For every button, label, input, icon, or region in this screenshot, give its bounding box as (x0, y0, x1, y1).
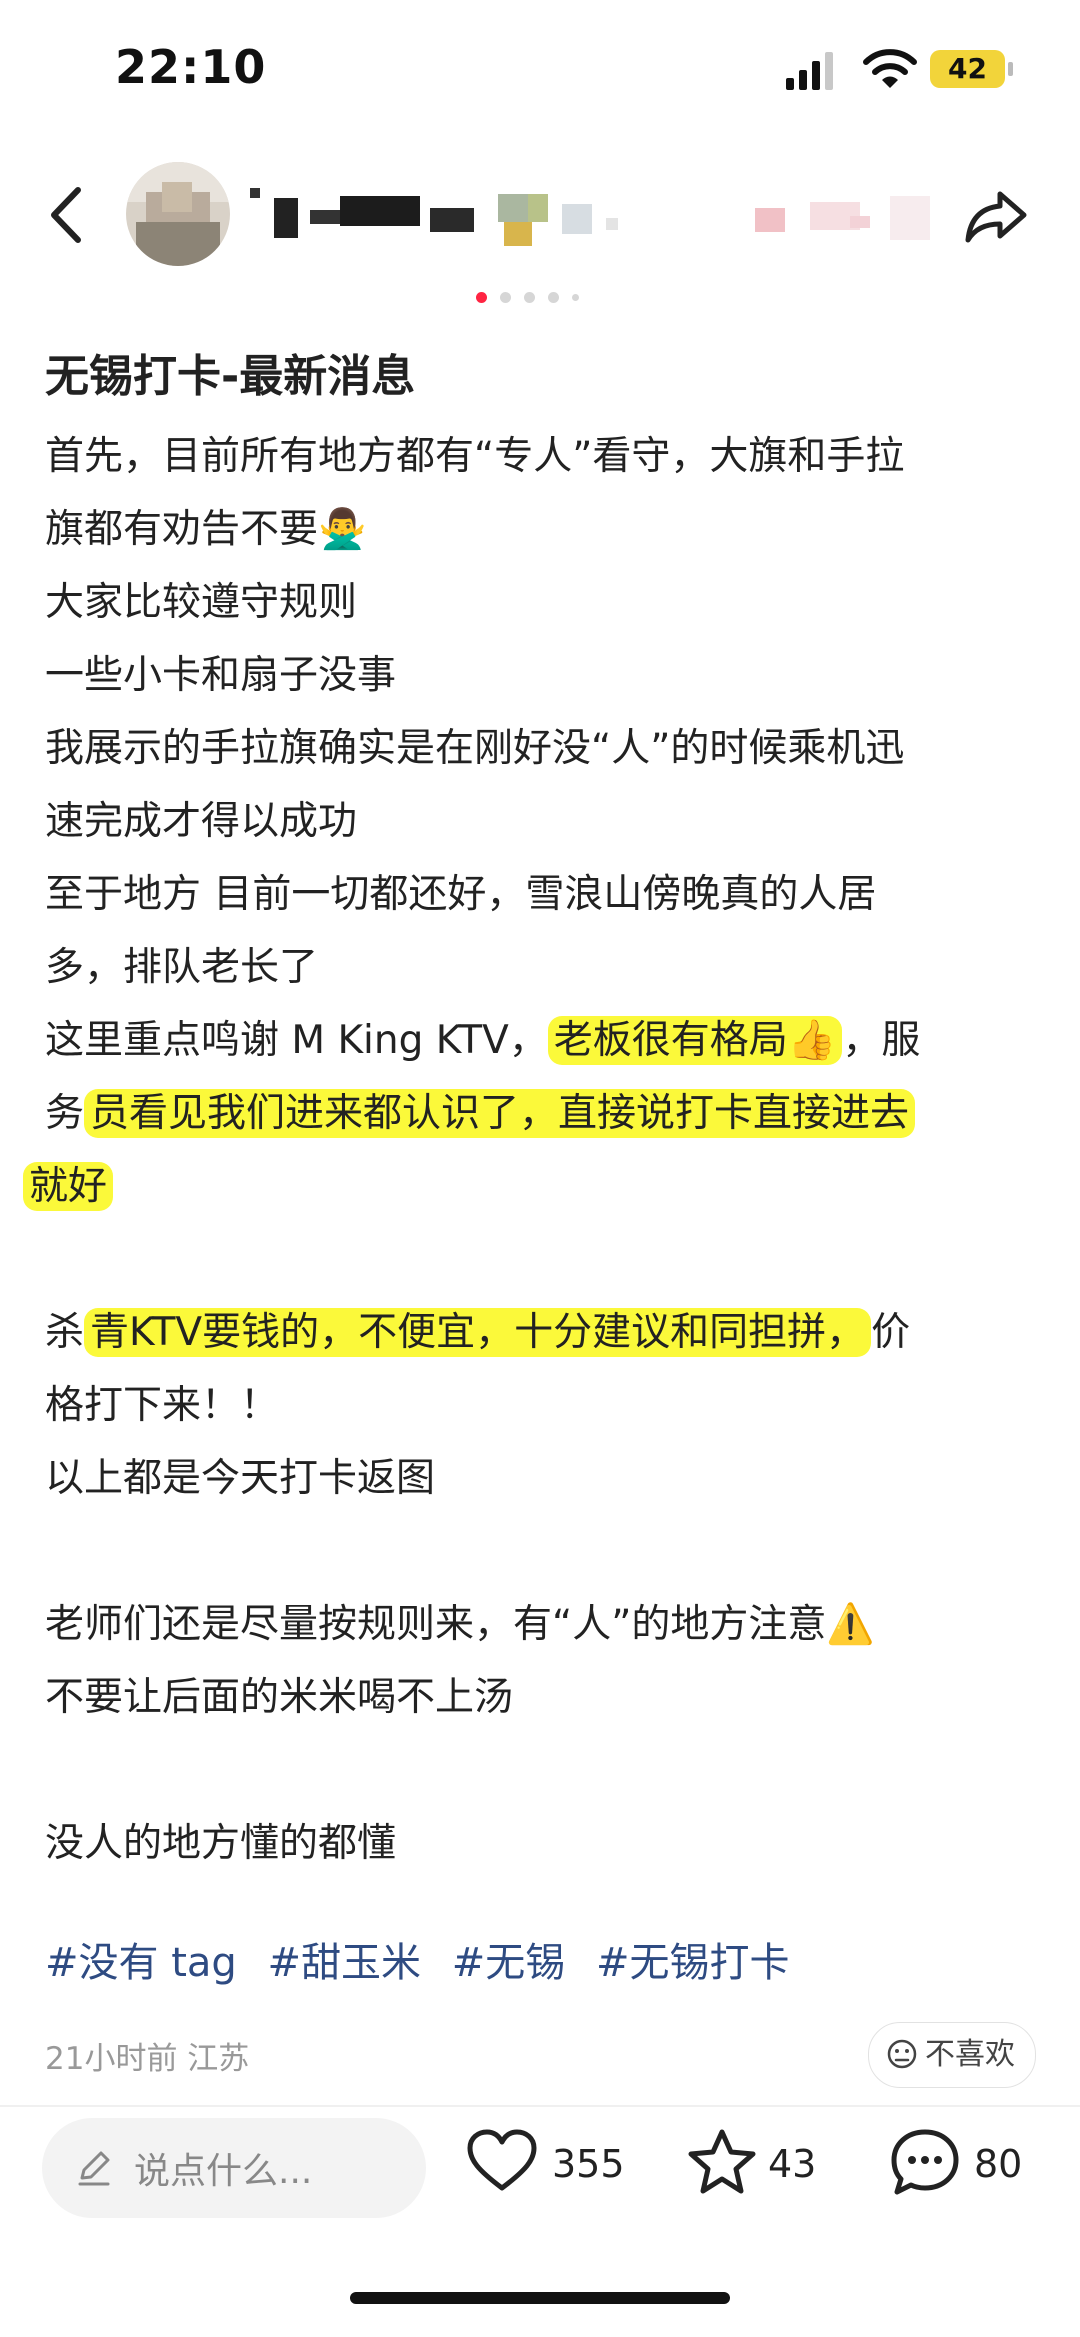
status-time: 22:10 (115, 40, 267, 94)
body-line: 没人的地方懂的都懂 (45, 1821, 397, 1866)
body-line: 我展示的手拉旗确实是在刚好没“人”的时候乘机迅 (45, 726, 905, 771)
body-line: 旗都有劝告不要🙅‍♂️ (45, 507, 367, 552)
body-text: 务 (45, 1091, 85, 1136)
body-line: 至于地方 目前一切都还好，雪浪山傍晚真的人居 (45, 872, 877, 917)
highlighted-text: 老板很有格局👍 (547, 1016, 843, 1065)
body-line: 速完成才得以成功 (45, 799, 358, 844)
body-line: 大家比较遵守规则 (45, 580, 358, 625)
body-line: 老师们还是尽量按规则来，有“人”的地方注意⚠️ (45, 1602, 875, 1647)
back-arrow-icon[interactable] (40, 180, 100, 250)
carousel-dot (524, 292, 535, 303)
body-line: 这里重点鸣谢 M King KTV， 老板很有格局👍 ，服 (45, 1004, 1040, 1077)
body-line: 杀青KTV要钱的，不便宜，十分建议和同担拼，价 (45, 1296, 1040, 1369)
wifi-icon (863, 49, 917, 88)
author-avatar[interactable] (126, 162, 230, 266)
carousel-dot (548, 292, 559, 303)
comment-placeholder: 说点什么... (134, 2151, 313, 2192)
post-meta: 21小时前 江苏 (45, 2041, 250, 2077)
highlighted-text: 员看见我们进来都认识了，直接说打卡直接进去 (84, 1089, 916, 1138)
body-line: 务员看见我们进来都认识了，直接说打卡直接进去 (45, 1077, 1040, 1150)
hashtag[interactable]: #无锡打卡 (596, 1940, 790, 1986)
body-line: 格打下来！！ (45, 1383, 280, 1428)
highlighted-text: 就好 (23, 1162, 114, 1211)
signal-icon (786, 52, 833, 90)
body-line: 首先，目前所有地方都有“专人”看守，大旗和手拉 (45, 434, 905, 479)
hashtag[interactable]: #没有 tag (45, 1940, 237, 1986)
like-count: 355 (552, 2142, 625, 2186)
post-header (0, 150, 1080, 280)
comment-input[interactable]: 说点什么... (42, 2118, 426, 2218)
highlighted-text: 青KTV要钱的，不便宜，十分建议和同担拼， (84, 1308, 872, 1357)
pencil-icon (78, 2151, 110, 2186)
body-text: ，服 (842, 1018, 921, 1063)
battery-icon: 42 (930, 50, 1013, 88)
comment-button[interactable]: 80 (888, 2126, 1038, 2206)
status-bar: 22:10 42 (0, 0, 1080, 150)
dislike-button[interactable]: 不喜欢 (868, 2022, 1036, 2088)
body-line: 一些小卡和扇子没事 (45, 653, 397, 698)
carousel-dot (500, 292, 511, 303)
author-name-redacted (250, 188, 930, 246)
body-text: 这里重点鸣谢 M King KTV， (45, 1018, 548, 1063)
body-text: 杀 (45, 1310, 85, 1355)
heart-icon (467, 2129, 537, 2191)
post-title: 无锡打卡-最新消息 (45, 351, 416, 402)
comment-count: 80 (974, 2142, 1023, 2186)
body-line: 以上都是今天打卡返图 (45, 1456, 436, 1501)
body-line: 不要让后面的米米喝不上汤 (45, 1675, 514, 1720)
star-icon (688, 2129, 756, 2194)
body-text: 价 (871, 1310, 911, 1355)
dislike-label: 不喜欢 (925, 2037, 1015, 2072)
share-icon[interactable] (962, 180, 1032, 250)
post-body: 首先，目前所有地方都有“专人”看守，大旗和手拉 旗都有劝告不要🙅‍♂️ 大家比较… (23, 420, 1040, 1880)
collect-button[interactable]: 43 (686, 2126, 826, 2206)
like-button[interactable]: 355 (466, 2126, 626, 2206)
divider (0, 2105, 1080, 2107)
unhappy-face-icon (887, 2039, 917, 2069)
home-indicator (350, 2292, 730, 2304)
battery-level: 42 (948, 52, 987, 85)
hashtag-list: #没有 tag #甜玉米 #无锡 #无锡打卡 (45, 1930, 808, 1988)
carousel-dot (572, 294, 579, 301)
hashtag[interactable]: #甜玉米 (268, 1940, 422, 1986)
chat-bubble-icon (891, 2129, 959, 2195)
collect-count: 43 (768, 2142, 817, 2186)
carousel-indicator (476, 290, 606, 306)
body-line: 就好 (23, 1150, 1040, 1223)
carousel-dot-active (476, 292, 487, 303)
hashtag[interactable]: #无锡 (452, 1940, 566, 1986)
body-line: 多，排队老长了 (45, 945, 319, 990)
